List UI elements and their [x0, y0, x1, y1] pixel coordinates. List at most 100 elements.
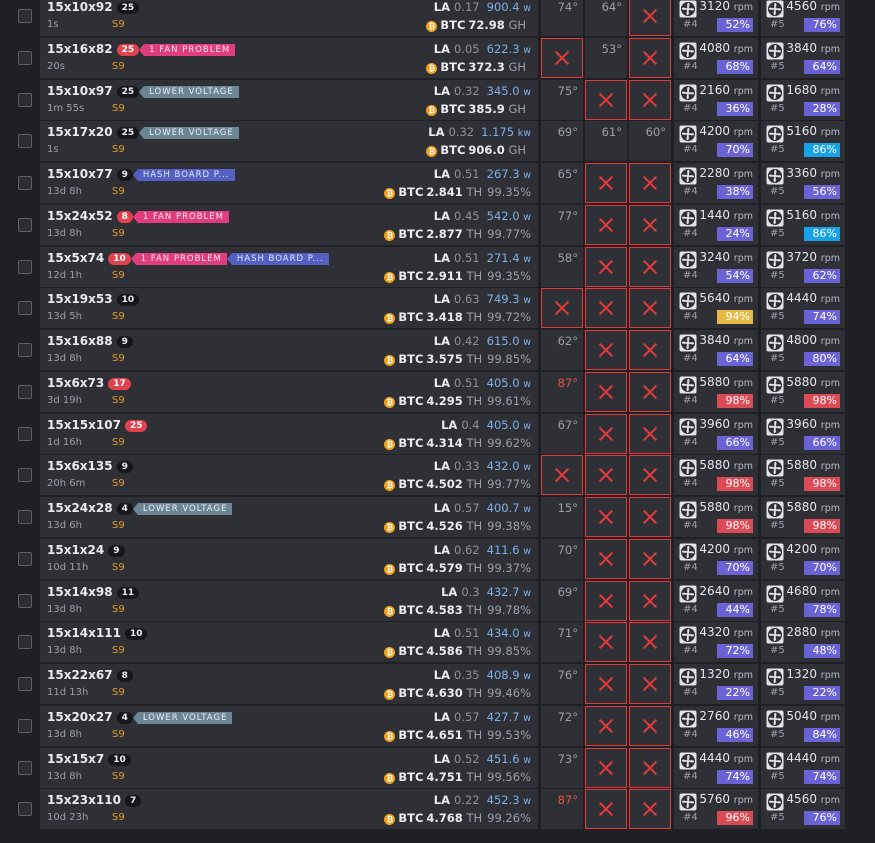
miner-row[interactable]: 15x6x135 9 20h 6m S9 LA 0.33 432.0 w ₿ BTC 4.…	[0, 455, 875, 496]
fan-cell: #4 3840 rpm 64%	[674, 330, 758, 370]
miner-info[interactable]: 15x6x135 9 20h 6m S9 LA 0.33 432.0 w ₿ BTC 4.…	[40, 455, 538, 496]
fan-percent: 70%	[717, 143, 753, 158]
miner-name[interactable]: 15x10x77	[47, 167, 113, 181]
miner-info[interactable]: 15x15x107 25 1d 16h S9 LA 0.4 405.0 w ₿ BTC 4…	[40, 413, 538, 454]
miner-row[interactable]: 15x14x98 11 13d 8h S9 LA 0.3 432.7 w ₿ BTC 4.…	[0, 580, 875, 621]
miner-name[interactable]: 15x16x82	[47, 42, 113, 56]
miner-info[interactable]: 15x14x111 10 13d 8h S9 LA 0.51 434.0 w ₿ BTC…	[40, 622, 538, 663]
miner-info[interactable]: 15x1x24 9 10d 11h S9 LA 0.62 411.6 w ₿ BTC 4.…	[40, 538, 538, 579]
bitcoin-icon: ₿	[384, 730, 396, 742]
miner-row[interactable]: 15x6x73 17 3d 19h S9 LA 0.51 405.0 w ₿ BTC 4.…	[0, 371, 875, 412]
hashrate-value: 4.651	[426, 727, 463, 742]
miner-row[interactable]: 15x10x92 25 1s S9 LA 0.17 900.4 w ₿ BTC 72.98…	[0, 0, 875, 36]
miner-info[interactable]: 15x10x77 9 HASH BOARD P... 13d 8h S9 LA 0.5…	[40, 163, 538, 203]
efficiency: 99.78%	[487, 602, 531, 617]
miner-info[interactable]: 15x15x7 10 13d 8h S9 LA 0.52 451.6 w ₿ BTC 4.…	[40, 747, 538, 788]
fan-cell: #4 5640 rpm 94%	[674, 288, 758, 329]
miner-info[interactable]: 15x24x52 8 1 FAN PROBLEM 13d 8h S9 LA 0.45 5…	[40, 204, 538, 245]
hashrate-unit: TH	[466, 352, 483, 366]
row-checkbox[interactable]	[18, 593, 32, 608]
hashrate-unit: TH	[466, 435, 483, 450]
row-checkbox[interactable]	[18, 343, 32, 357]
chip-count-badge: 8	[116, 210, 133, 223]
miner-row[interactable]: 15x23x110 7 10d 23h S9 LA 0.22 452.3 w ₿ BTC…	[0, 789, 875, 830]
row-checkbox[interactable]	[18, 677, 32, 691]
miner-name[interactable]: 15x6x73	[47, 376, 104, 390]
miner-name[interactable]: 15x10x92	[47, 0, 113, 14]
miner-row[interactable]: 15x10x97 25 LOWER VOLTAGE 1m 55s S9 LA 0.32…	[0, 79, 875, 120]
miner-name[interactable]: 15x1x24	[47, 543, 104, 557]
miner-row[interactable]: 15x22x67 8 11d 13h S9 LA 0.35 408.9 w ₿ BTC 4…	[0, 664, 875, 704]
miner-info[interactable]: 15x14x98 11 13d 8h S9 LA 0.3 432.7 w ₿ BTC 4.…	[40, 580, 538, 621]
miner-info[interactable]: 15x5x74 10 1 FAN PROBLEM HASH BOARD P... 12…	[40, 246, 538, 287]
row-checkbox[interactable]	[18, 760, 32, 775]
miner-name[interactable]: 15x16x88	[47, 334, 113, 348]
miner-info[interactable]: 15x20x27 4 LOWER VOLTAGE 13d 8h S9 LA 0.57 4…	[40, 705, 538, 746]
model-label: S9	[112, 603, 125, 615]
hashrate-line: ₿ BTC 2.841 TH 99.35%	[384, 185, 531, 199]
fan-percent: 48%	[804, 644, 840, 659]
miner-row[interactable]: 15x20x27 4 LOWER VOLTAGE 13d 8h S9 LA 0.57 4…	[0, 705, 875, 746]
row-checkbox[interactable]	[18, 426, 32, 441]
row-checkbox[interactable]	[18, 301, 32, 316]
row-checkbox[interactable]	[18, 635, 32, 650]
miner-info[interactable]: 15x22x67 8 11d 13h S9 LA 0.35 408.9 w ₿ BTC 4…	[40, 664, 538, 704]
miner-name[interactable]: 15x22x67	[47, 668, 113, 682]
row-checkbox[interactable]	[18, 134, 32, 149]
miner-row[interactable]: 15x15x107 25 1d 16h S9 LA 0.4 405.0 w ₿ BTC 4…	[0, 413, 875, 454]
miner-row[interactable]: 15x14x111 10 13d 8h S9 LA 0.51 434.0 w ₿ BTC…	[0, 622, 875, 663]
miner-name[interactable]: 15x24x52	[47, 209, 113, 223]
miner-row[interactable]: 15x24x52 8 1 FAN PROBLEM 13d 8h S9 LA 0.45 5…	[0, 204, 875, 245]
miner-info[interactable]: 15x17x20 25 LOWER VOLTAGE 1s S9 LA 0.32 1.17…	[40, 121, 538, 162]
fan-cell: #5 4440 rpm 74%	[761, 288, 845, 329]
miner-name[interactable]: 15x17x20	[47, 125, 113, 139]
miner-name[interactable]: 15x6x135	[47, 459, 113, 473]
miner-name[interactable]: 15x23x110	[47, 793, 121, 807]
miner-row[interactable]: 15x16x82 25 1 FAN PROBLEM 20s S9 LA 0.05 622…	[0, 37, 875, 78]
efficiency: 99.35%	[487, 185, 531, 199]
miner-name[interactable]: 15x15x7	[47, 752, 104, 766]
hashrate-line: ₿ BTC 4.651 TH 99.53%	[384, 728, 531, 742]
row-checkbox[interactable]	[18, 50, 32, 65]
power-draw: 432.7 w	[486, 584, 531, 599]
row-checkbox[interactable]	[18, 468, 32, 483]
row-checkbox[interactable]	[18, 9, 32, 23]
row-checkbox[interactable]	[18, 510, 32, 524]
row-checkbox[interactable]	[18, 92, 32, 107]
hashrate-line: ₿ BTC 72.98 GH	[426, 18, 531, 32]
miner-name[interactable]: 15x5x74	[47, 251, 104, 265]
power-draw: 615.0 w	[486, 334, 531, 348]
row-checkbox[interactable]	[18, 384, 32, 399]
miner-row[interactable]: 15x16x88 9 13d 8h S9 LA 0.42 615.0 w ₿ BTC 3.…	[0, 330, 875, 370]
miner-name[interactable]: 15x10x97	[47, 84, 113, 98]
miner-info[interactable]: 15x19x53 10 13d 5h S9 LA 0.63 749.3 w ₿ BTC 3…	[40, 288, 538, 329]
miner-name[interactable]: 15x19x53	[47, 292, 113, 306]
miner-info[interactable]: 15x16x88 9 13d 8h S9 LA 0.42 615.0 w ₿ BTC 3.…	[40, 330, 538, 370]
miner-row[interactable]: 15x17x20 25 LOWER VOLTAGE 1s S9 LA 0.32 1.17…	[0, 121, 875, 162]
miner-name[interactable]: 15x20x27	[47, 710, 113, 724]
row-checkbox[interactable]	[18, 217, 32, 232]
miner-name[interactable]: 15x15x107	[47, 418, 121, 432]
miner-info[interactable]: 15x10x92 25 1s S9 LA 0.17 900.4 w ₿ BTC 72.98…	[40, 0, 538, 36]
miner-row[interactable]: 15x5x74 10 1 FAN PROBLEM HASH BOARD P... 12…	[0, 246, 875, 287]
miner-info[interactable]: 15x10x97 25 LOWER VOLTAGE 1m 55s S9 LA 0.32…	[40, 79, 538, 120]
row-checkbox[interactable]	[18, 718, 32, 733]
miner-name[interactable]: 15x24x28	[47, 501, 113, 515]
miner-name[interactable]: 15x14x98	[47, 585, 113, 599]
miner-info[interactable]: 15x6x73 17 3d 19h S9 LA 0.51 405.0 w ₿ BTC 4.…	[40, 371, 538, 412]
row-checkbox[interactable]	[18, 802, 32, 817]
row-checkbox[interactable]	[18, 551, 32, 566]
row-checkbox[interactable]	[18, 259, 32, 274]
miner-info[interactable]: 15x23x110 7 10d 23h S9 LA 0.22 452.3 w ₿ BTC…	[40, 789, 538, 830]
miner-info[interactable]: 15x16x82 25 1 FAN PROBLEM 20s S9 LA 0.05 622…	[40, 37, 538, 78]
miner-row[interactable]: 15x1x24 9 10d 11h S9 LA 0.62 411.6 w ₿ BTC 4.…	[0, 538, 875, 579]
miner-name[interactable]: 15x14x111	[47, 626, 121, 640]
row-checkbox[interactable]	[18, 176, 32, 190]
coin-label: BTC	[398, 393, 424, 408]
miner-row[interactable]: 15x15x7 10 13d 8h S9 LA 0.52 451.6 w ₿ BTC 4.…	[0, 747, 875, 788]
miner-info[interactable]: 15x24x28 4 LOWER VOLTAGE 13d 6h S9 LA 0.57 4…	[40, 497, 538, 537]
fan-percent: 38%	[717, 185, 753, 199]
miner-row[interactable]: 15x10x77 9 HASH BOARD P... 13d 8h S9 LA 0.5…	[0, 163, 875, 203]
miner-row[interactable]: 15x19x53 10 13d 5h S9 LA 0.63 749.3 w ₿ BTC 3…	[0, 288, 875, 329]
miner-row[interactable]: 15x24x28 4 LOWER VOLTAGE 13d 6h S9 LA 0.57 4…	[0, 497, 875, 537]
